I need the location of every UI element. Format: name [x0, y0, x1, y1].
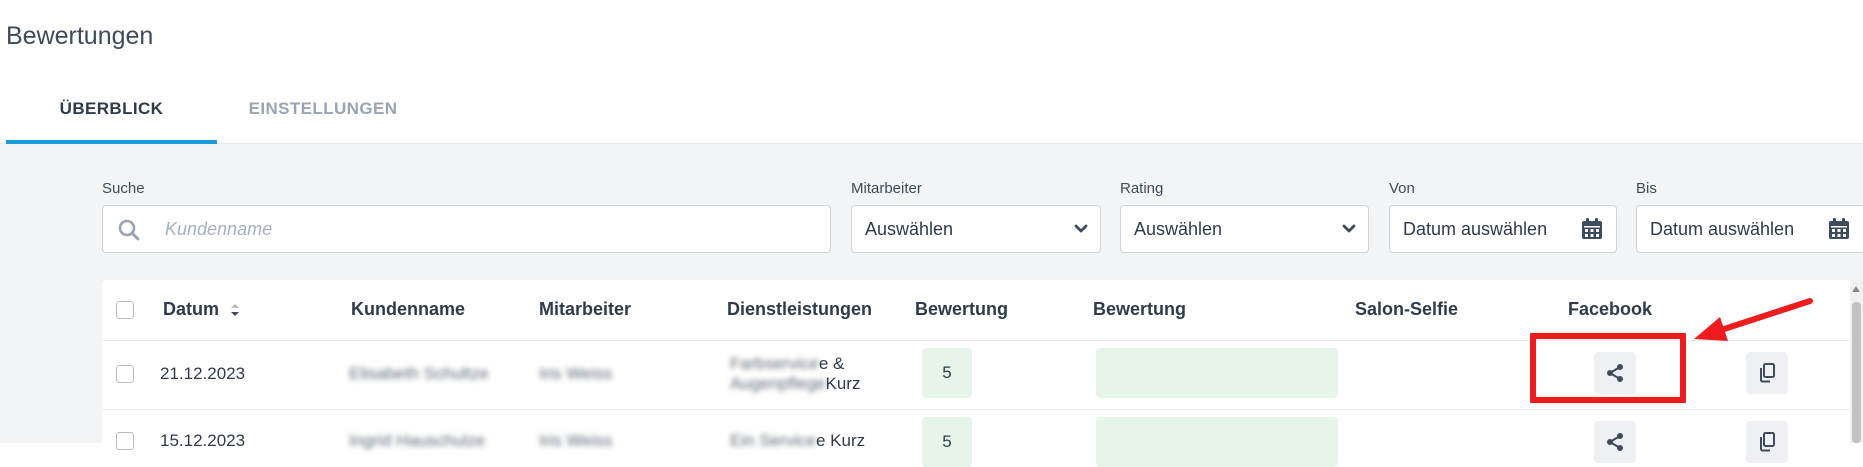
row-services-line-1: Ein Servicee Kurz — [730, 431, 865, 451]
column-header-date[interactable]: Datum — [163, 299, 240, 320]
page-title: Bewertungen — [6, 22, 154, 50]
row-checkbox[interactable] — [116, 365, 134, 383]
calendar-icon[interactable] — [1580, 217, 1604, 241]
rating-filter-label: Rating — [1120, 180, 1164, 197]
column-header-services: Dienstleistungen — [727, 299, 873, 319]
share-icon — [1607, 433, 1623, 451]
to-date-label: Bis — [1636, 180, 1657, 197]
annotation-highlight-box — [1530, 333, 1686, 403]
scroll-thumb[interactable] — [1852, 302, 1861, 443]
to-date-value: Datum auswählen — [1650, 219, 1795, 239]
facebook-share-button[interactable] — [1594, 421, 1636, 463]
row-services-line-1: Farbservicee & — [730, 354, 844, 374]
tab-overview[interactable]: ÜBERBLICK — [6, 95, 217, 145]
column-header-employee: Mitarbeiter — [539, 299, 632, 319]
search-placeholder: Kundenname — [165, 219, 273, 239]
chevron-down-icon — [1074, 224, 1088, 233]
tab-settings[interactable]: EINSTELLUNGEN — [218, 95, 428, 140]
from-date-value: Datum auswählen — [1403, 219, 1548, 239]
rating-select[interactable]: Auswählen — [1120, 205, 1369, 253]
annotation-arrow — [1694, 298, 1813, 341]
scroll-up-arrow[interactable] — [1852, 286, 1860, 292]
rating-badge: 5 — [922, 348, 972, 398]
search-icon — [118, 219, 140, 241]
row-employee-name: Iris Weiss — [539, 364, 613, 383]
select-all-checkbox[interactable] — [116, 301, 134, 319]
rating-badge: 5 — [922, 417, 972, 467]
row-customer-name: Ingrid Hauschulze — [349, 431, 486, 450]
column-header-review: Bewertung — [1093, 299, 1187, 319]
row-date: 21.12.2023 — [160, 364, 246, 383]
services-blurred-text: Farbservice — [730, 354, 819, 373]
services-text: e Kurz — [815, 431, 866, 450]
column-header-facebook: Facebook — [1568, 299, 1653, 319]
copy-icon — [1760, 363, 1775, 383]
row-date: 15.12.2023 — [160, 431, 246, 450]
employee-filter-label: Mitarbeiter — [851, 180, 922, 197]
row-employee-name: Iris Weiss — [539, 431, 613, 450]
search-input[interactable]: Kundenname — [102, 205, 831, 253]
row-services-line-2: AugenpflegeKurz — [730, 374, 860, 394]
tab-bar: ÜBERBLICK EINSTELLUNGEN — [0, 95, 1863, 145]
copy-button[interactable] — [1746, 421, 1788, 463]
column-header-selfie: Salon-Selfie — [1355, 299, 1459, 319]
services-blurred-text: Augenpflege — [730, 374, 826, 393]
copy-button[interactable] — [1746, 352, 1788, 394]
employee-select-value: Auswählen — [865, 219, 954, 239]
review-text-box — [1096, 348, 1338, 398]
copy-icon — [1760, 432, 1775, 452]
row-divider — [102, 409, 1850, 410]
rating-select-value: Auswählen — [1134, 219, 1223, 239]
sort-icon[interactable] — [230, 302, 240, 318]
services-blurred-text: Ein Service — [730, 431, 816, 450]
search-label: Suche — [102, 180, 145, 197]
from-date-input[interactable]: Datum auswählen — [1389, 205, 1617, 253]
services-text: e & — [818, 354, 845, 373]
row-customer-name: Elisabeth Schultze — [349, 364, 489, 383]
employee-select[interactable]: Auswählen — [851, 205, 1101, 253]
row-checkbox[interactable] — [116, 432, 134, 450]
table-scrollbar[interactable] — [1850, 280, 1863, 443]
column-header-rating: Bewertung — [915, 299, 1009, 319]
calendar-icon[interactable] — [1827, 217, 1851, 241]
review-text-box — [1096, 417, 1338, 467]
chevron-down-icon — [1342, 224, 1356, 233]
to-date-input[interactable]: Datum auswählen — [1636, 205, 1863, 253]
from-date-label: Von — [1389, 180, 1415, 197]
column-header-customer: Kundenname — [351, 299, 466, 319]
services-text: Kurz — [825, 374, 861, 393]
